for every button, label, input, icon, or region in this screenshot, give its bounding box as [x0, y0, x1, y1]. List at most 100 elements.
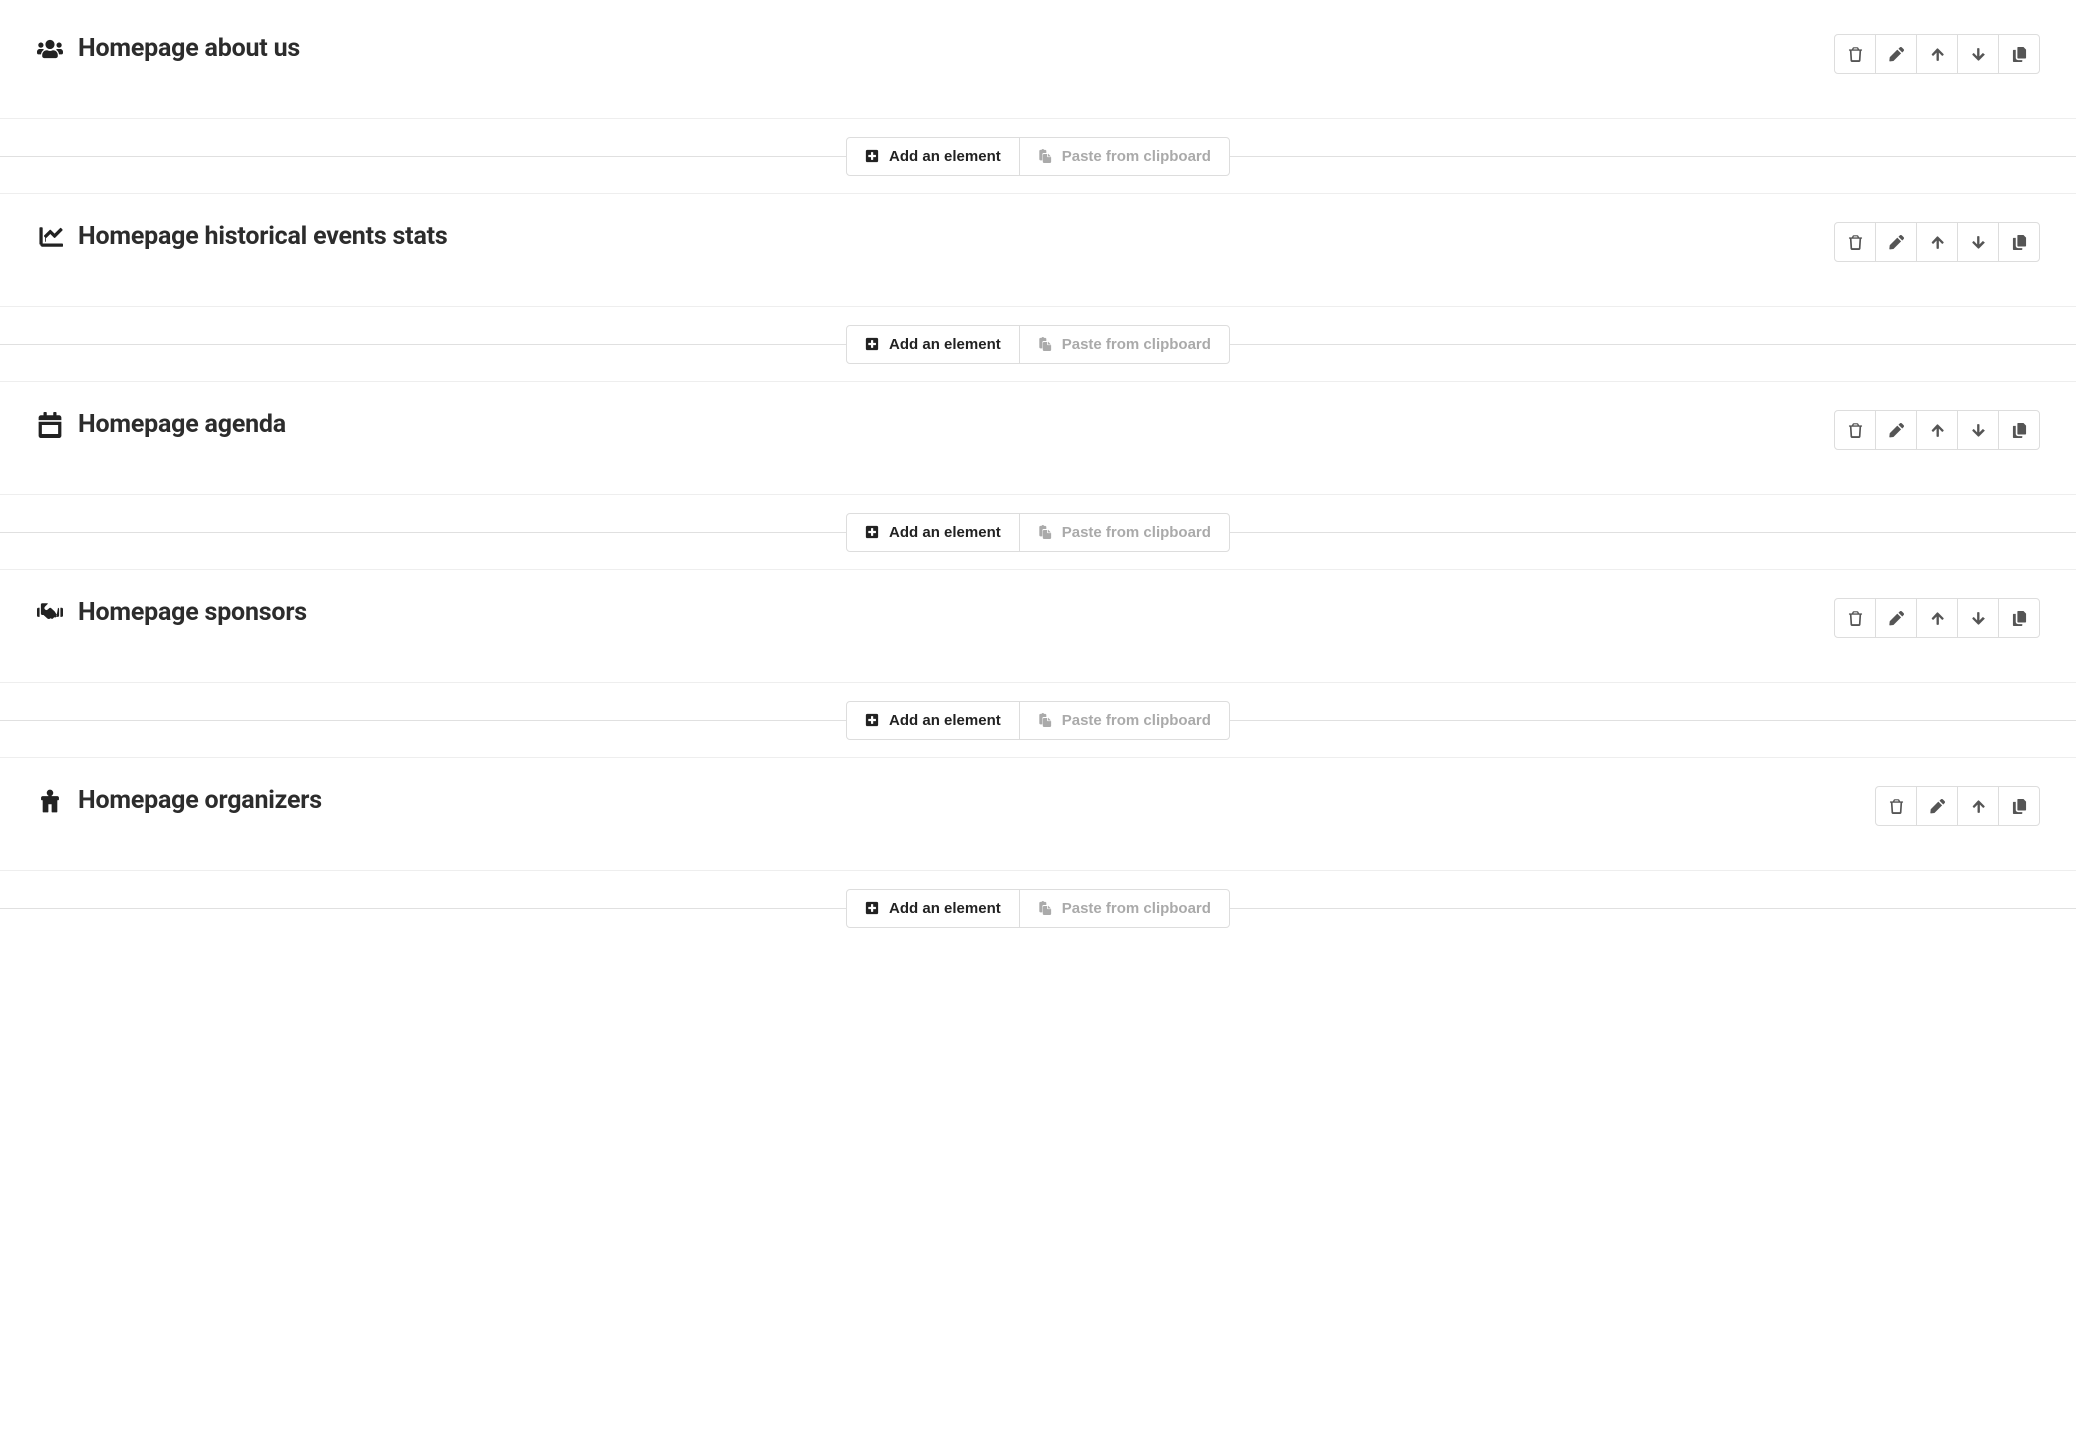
add-element-button[interactable]: Add an element — [846, 889, 1020, 928]
paste-icon — [1038, 713, 1052, 727]
delete-button[interactable] — [1834, 34, 1876, 74]
copy-icon — [2012, 799, 2027, 814]
content-block: Homepage historical events stats — [0, 193, 2076, 307]
trash-icon — [1848, 235, 1863, 250]
add-element-label: Add an element — [889, 524, 1001, 541]
paste-clipboard-label: Paste from clipboard — [1062, 336, 1211, 353]
edit-button[interactable] — [1875, 34, 1917, 74]
arrow-down-icon — [1971, 47, 1986, 62]
block-actions — [1834, 598, 2040, 638]
block-title: Homepage about us — [78, 34, 300, 63]
paste-clipboard-button[interactable]: Paste from clipboard — [1019, 513, 1230, 552]
copy-button[interactable] — [1998, 410, 2040, 450]
chart-icon — [36, 223, 64, 251]
add-element-button[interactable]: Add an element — [846, 701, 1020, 740]
insert-row: Add an element Paste from clipboard — [0, 683, 2076, 757]
paste-clipboard-label: Paste from clipboard — [1062, 148, 1211, 165]
block-title: Homepage agenda — [78, 410, 286, 439]
arrow-up-icon — [1971, 799, 1986, 814]
pencil-icon — [1889, 423, 1904, 438]
copy-button[interactable] — [1998, 598, 2040, 638]
paste-clipboard-label: Paste from clipboard — [1062, 900, 1211, 917]
insert-button-group: Add an element Paste from clipboard — [846, 701, 1230, 740]
insert-button-group: Add an element Paste from clipboard — [846, 513, 1230, 552]
move-down-button[interactable] — [1957, 598, 1999, 638]
copy-icon — [2012, 423, 2027, 438]
paste-clipboard-button[interactable]: Paste from clipboard — [1019, 137, 1230, 176]
add-element-button[interactable]: Add an element — [846, 137, 1020, 176]
block-actions — [1834, 222, 2040, 262]
paste-clipboard-button[interactable]: Paste from clipboard — [1019, 701, 1230, 740]
calendar-icon — [36, 411, 64, 439]
arrow-down-icon — [1971, 423, 1986, 438]
paste-icon — [1038, 337, 1052, 351]
insert-row: Add an element Paste from clipboard — [0, 119, 2076, 193]
block-title: Homepage organizers — [78, 786, 322, 815]
arrow-down-icon — [1971, 611, 1986, 626]
paste-clipboard-button[interactable]: Paste from clipboard — [1019, 325, 1230, 364]
pencil-icon — [1889, 611, 1904, 626]
block-actions — [1834, 34, 2040, 74]
delete-button[interactable] — [1834, 598, 1876, 638]
plus-square-icon — [865, 149, 879, 163]
trash-icon — [1848, 423, 1863, 438]
move-up-button[interactable] — [1916, 34, 1958, 74]
pencil-icon — [1930, 799, 1945, 814]
plus-square-icon — [865, 337, 879, 351]
insert-button-group: Add an element Paste from clipboard — [846, 325, 1230, 364]
arrow-up-icon — [1930, 423, 1945, 438]
trash-icon — [1848, 611, 1863, 626]
arrow-up-icon — [1930, 47, 1945, 62]
move-down-button[interactable] — [1957, 34, 1999, 74]
users-icon — [36, 35, 64, 63]
add-element-button[interactable]: Add an element — [846, 513, 1020, 552]
move-up-button[interactable] — [1957, 786, 1999, 826]
copy-button[interactable] — [1998, 222, 2040, 262]
move-up-button[interactable] — [1916, 222, 1958, 262]
delete-button[interactable] — [1834, 410, 1876, 450]
paste-icon — [1038, 525, 1052, 539]
trash-icon — [1848, 47, 1863, 62]
delete-button[interactable] — [1834, 222, 1876, 262]
move-down-button[interactable] — [1957, 222, 1999, 262]
copy-icon — [2012, 47, 2027, 62]
arrow-up-icon — [1930, 235, 1945, 250]
content-block: Homepage sponsors — [0, 569, 2076, 683]
edit-button[interactable] — [1875, 222, 1917, 262]
insert-row: Add an element Paste from clipboard — [0, 871, 2076, 945]
copy-button[interactable] — [1998, 786, 2040, 826]
edit-button[interactable] — [1916, 786, 1958, 826]
add-element-label: Add an element — [889, 712, 1001, 729]
arrow-up-icon — [1930, 611, 1945, 626]
add-element-button[interactable]: Add an element — [846, 325, 1020, 364]
trash-icon — [1889, 799, 1904, 814]
plus-square-icon — [865, 901, 879, 915]
pencil-icon — [1889, 235, 1904, 250]
handshake-icon — [36, 599, 64, 627]
insert-button-group: Add an element Paste from clipboard — [846, 889, 1230, 928]
add-element-label: Add an element — [889, 148, 1001, 165]
edit-button[interactable] — [1875, 410, 1917, 450]
delete-button[interactable] — [1875, 786, 1917, 826]
insert-button-group: Add an element Paste from clipboard — [846, 137, 1230, 176]
plus-square-icon — [865, 713, 879, 727]
block-header: Homepage organizers — [36, 786, 322, 815]
insert-row: Add an element Paste from clipboard — [0, 307, 2076, 381]
copy-icon — [2012, 235, 2027, 250]
edit-button[interactable] — [1875, 598, 1917, 638]
content-block: Homepage organizers — [0, 757, 2076, 871]
block-actions — [1834, 410, 2040, 450]
add-element-label: Add an element — [889, 336, 1001, 353]
block-header: Homepage historical events stats — [36, 222, 448, 251]
paste-clipboard-button[interactable]: Paste from clipboard — [1019, 889, 1230, 928]
block-title: Homepage historical events stats — [78, 222, 448, 251]
copy-button[interactable] — [1998, 34, 2040, 74]
paste-clipboard-label: Paste from clipboard — [1062, 524, 1211, 541]
pencil-icon — [1889, 47, 1904, 62]
move-down-button[interactable] — [1957, 410, 1999, 450]
move-up-button[interactable] — [1916, 598, 1958, 638]
block-header: Homepage agenda — [36, 410, 286, 439]
move-up-button[interactable] — [1916, 410, 1958, 450]
paste-icon — [1038, 149, 1052, 163]
block-title: Homepage sponsors — [78, 598, 307, 627]
